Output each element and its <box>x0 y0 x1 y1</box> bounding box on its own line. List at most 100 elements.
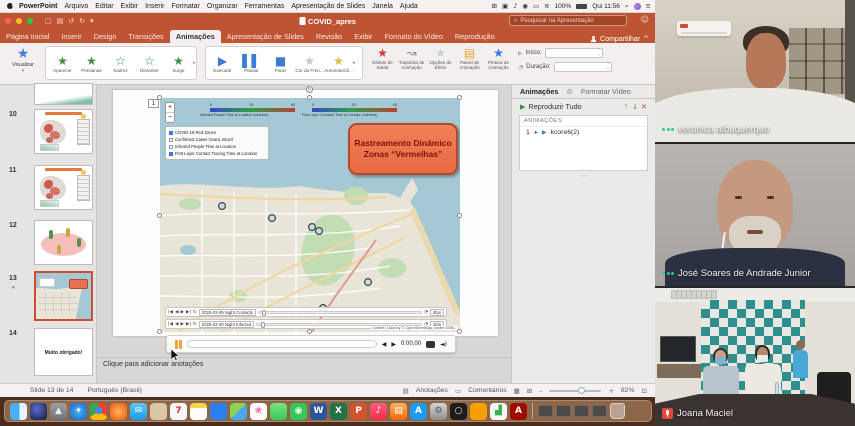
collapse-ribbon-icon[interactable]: ^ <box>643 35 649 43</box>
slide-thumbnail-11[interactable] <box>34 165 93 210</box>
map-zoom-in-button[interactable]: + <box>166 103 174 112</box>
menubar-item[interactable]: Janela <box>372 3 393 10</box>
timeline-back-button[interactable]: ◀ <box>175 310 178 315</box>
tool-item[interactable]: ▤ Painel de Animação <box>455 46 484 70</box>
selection-handle[interactable] <box>307 329 312 334</box>
fit-slide-icon[interactable]: ⊡ <box>642 387 647 395</box>
timeline-first-button[interactable]: |◀ <box>168 310 173 315</box>
dock-app-icon[interactable]: ● <box>90 403 107 420</box>
dock-app-icon[interactable]: W <box>310 403 327 420</box>
ribbon-tab[interactable]: Animações <box>170 30 221 43</box>
menubar-item[interactable]: Apresentação de Slides <box>291 3 365 10</box>
camera-icon[interactable]: ▣ <box>502 2 508 10</box>
dock-app-icon[interactable] <box>210 403 227 420</box>
play-all-button[interactable]: Reproduzir Tudo <box>529 102 582 111</box>
save-icon[interactable]: ▤ <box>57 17 64 25</box>
slide-thumbnail-12[interactable] <box>34 220 93 265</box>
dock-app-icon[interactable] <box>150 403 167 420</box>
checkbox-checked[interactable] <box>169 131 173 135</box>
menubar-item[interactable]: Organizar <box>207 3 238 10</box>
zoom-slider[interactable] <box>549 390 601 392</box>
gear-icon[interactable]: ⚙ <box>566 87 572 96</box>
timeline-loop-button[interactable]: ↻ <box>193 310 197 315</box>
menubar-item[interactable]: Ferramentas <box>245 3 285 10</box>
view-sorter-icon[interactable]: ⊞ <box>527 387 532 395</box>
presentation-search-input[interactable]: ⌕ Pesquisar na Apresentação <box>509 15 627 26</box>
notes-toggle[interactable]: Anotações <box>416 387 448 394</box>
checkbox-checked[interactable] <box>169 152 173 156</box>
dock-app-icon[interactable]: 7 <box>170 403 187 420</box>
notes-placeholder[interactable]: Clique para adicionar anotações <box>103 361 203 368</box>
selection-handle[interactable] <box>457 329 462 334</box>
tool-item[interactable]: ★ Pintura de Animação <box>484 46 513 70</box>
dock-app-icon[interactable] <box>10 403 27 420</box>
frame-forward-button[interactable]: ▶ <box>391 341 396 348</box>
move-up-icon[interactable]: ↑ <box>623 102 629 111</box>
handoff-icon[interactable]: ⊞ <box>492 2 497 10</box>
minimized-window[interactable] <box>592 405 607 417</box>
dock-app-icon[interactable] <box>110 403 127 420</box>
animation-list-item[interactable]: 1 ➤ ▶ kcore6(2) <box>520 127 647 138</box>
ribbon-tab[interactable]: Página Inicial <box>0 30 55 43</box>
pause-button[interactable] <box>175 340 182 349</box>
selection-handle[interactable] <box>157 329 162 334</box>
timeline-back-button[interactable]: ◀ <box>175 322 178 327</box>
duration-stepper[interactable] <box>554 62 612 72</box>
pane-tab-animations[interactable]: Animações <box>520 87 558 96</box>
frame-back-button[interactable]: ◀ <box>382 341 387 348</box>
timeline-loop-button[interactable]: ↻ <box>193 322 197 327</box>
zoom-in-icon[interactable]: + <box>608 387 613 395</box>
video-progress-bar[interactable] <box>187 340 377 348</box>
notification-center-icon[interactable]: ≡ <box>646 2 651 10</box>
tool-item[interactable]: ★ Opções de Efeito <box>426 46 455 70</box>
effect-item[interactable]: ☆ Dissolver <box>135 54 164 73</box>
map-zoom-out-button[interactable]: − <box>166 112 174 122</box>
dock-app-icon[interactable]: A <box>410 403 427 420</box>
menubar-clock[interactable]: Qui 11:56 <box>592 3 620 10</box>
participant-tile-3[interactable]: Joana Maciel <box>655 288 855 426</box>
ribbon-tab[interactable]: Inserir <box>55 30 87 43</box>
dock-app-icon[interactable] <box>470 403 487 420</box>
minimized-window[interactable] <box>538 405 553 417</box>
tool-item[interactable]: ↝ Trajetória de Animação <box>397 46 426 70</box>
delete-animation-icon[interactable]: ✕ <box>641 102 647 111</box>
menubar-item[interactable]: Formatar <box>172 3 200 10</box>
effect-item[interactable]: ☆ Xadrez <box>106 54 135 73</box>
slide-thumbnail-9[interactable] <box>34 83 93 105</box>
timeline-play-button[interactable]: ▶ <box>180 322 183 327</box>
gallery-overflow-button[interactable]: ▸ <box>193 47 196 79</box>
dock-app-icon[interactable]: ✦ <box>70 403 87 420</box>
slide-thumbnail-13-selected[interactable] <box>34 271 93 321</box>
redo-icon[interactable]: ↻ <box>79 17 85 25</box>
wifi-icon[interactable]: ≋ <box>544 2 549 10</box>
display-icon[interactable]: ▭ <box>533 2 539 10</box>
ribbon-tab[interactable]: Design <box>88 30 123 43</box>
effect-item[interactable]: ★ Persianas <box>77 54 106 73</box>
new-doc-icon[interactable]: ▢ <box>45 17 52 25</box>
ribbon-tab[interactable]: Transições <box>122 30 169 43</box>
preview-button[interactable]: ★ Visualizar ▾ <box>3 46 43 74</box>
dock-app-icon[interactable]: ✉ <box>130 403 147 420</box>
dock-app-icon[interactable]: ▤ <box>390 403 407 420</box>
minimized-window[interactable] <box>556 405 571 417</box>
menubar-app-name[interactable]: PowerPoint <box>19 3 58 10</box>
effect-item[interactable]: ★ Surgir <box>164 54 193 73</box>
dock-app-icon[interactable]: P <box>350 403 367 420</box>
undo-icon[interactable]: ↺ <box>68 17 74 25</box>
dock-app-icon[interactable]: ♪ <box>370 403 387 420</box>
pane-resize-grip[interactable]: ⋯ <box>512 173 655 180</box>
dock-app-icon[interactable] <box>30 403 47 420</box>
timeline-first-button[interactable]: |◀ <box>168 322 173 327</box>
pane-tab-format-video[interactable]: Formatar Vídeo <box>581 87 631 96</box>
view-normal-icon[interactable]: ▦ <box>514 387 520 395</box>
status-circle-icon[interactable]: ◉ <box>522 2 528 10</box>
checkbox-unchecked[interactable] <box>169 138 173 142</box>
timeline-last-button[interactable]: ▶| <box>186 322 191 327</box>
feedback-smiley-icon[interactable]: ☺ <box>641 15 649 24</box>
dock-app-icon[interactable]: ○ <box>450 403 467 420</box>
timeline-last-button[interactable]: ▶| <box>186 310 191 315</box>
ribbon-tab[interactable]: Revisão <box>310 30 348 43</box>
playback-overflow-button[interactable]: ▸ <box>353 47 356 79</box>
playback-item[interactable]: ★ Cor da Fren... <box>295 54 324 73</box>
menubar-item[interactable]: Ajuda <box>400 3 418 10</box>
